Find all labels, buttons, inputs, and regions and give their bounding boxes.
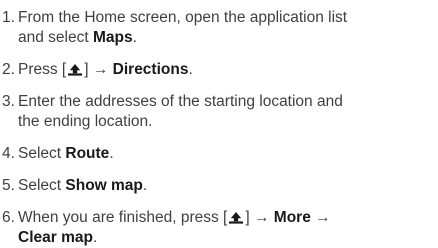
step-number: 4. — [2, 145, 15, 162]
step-6: 6. When you are finished, press [ ] → Mo… — [0, 208, 438, 248]
menu-option-more: More — [273, 209, 311, 226]
step-text: When you are finished, press [ ] → More … — [18, 209, 331, 246]
step-number: 1. — [2, 9, 15, 26]
step-4: 4. Select Route. — [0, 144, 438, 164]
step-5: 5. Select Show map. — [0, 176, 438, 196]
step-number: 5. — [2, 177, 15, 194]
step-text: Enter the addresses of the starting loca… — [18, 93, 343, 130]
step-2: 2. Press [ ] → Directions. — [0, 60, 438, 80]
menu-key-icon — [229, 212, 244, 224]
step-3: 3. Enter the addresses of the starting l… — [0, 92, 438, 132]
menu-option-directions: Directions — [112, 61, 189, 78]
app-name-maps: Maps — [92, 29, 133, 46]
option-show-map: Show map — [65, 177, 143, 194]
menu-key-icon — [68, 64, 83, 76]
step-text: Select Route. — [18, 145, 114, 162]
step-number: 3. — [2, 93, 15, 110]
option-route: Route — [65, 145, 110, 162]
step-1: 1. From the Home screen, open the applic… — [0, 8, 438, 48]
step-text: Press [ ] → Directions. — [18, 61, 193, 78]
step-number: 6. — [2, 209, 15, 226]
step-text: From the Home screen, open the applicati… — [18, 9, 348, 46]
step-number: 2. — [2, 61, 15, 78]
step-text: Select Show map. — [18, 177, 148, 194]
menu-option-clear-map: Clear map — [18, 229, 93, 246]
